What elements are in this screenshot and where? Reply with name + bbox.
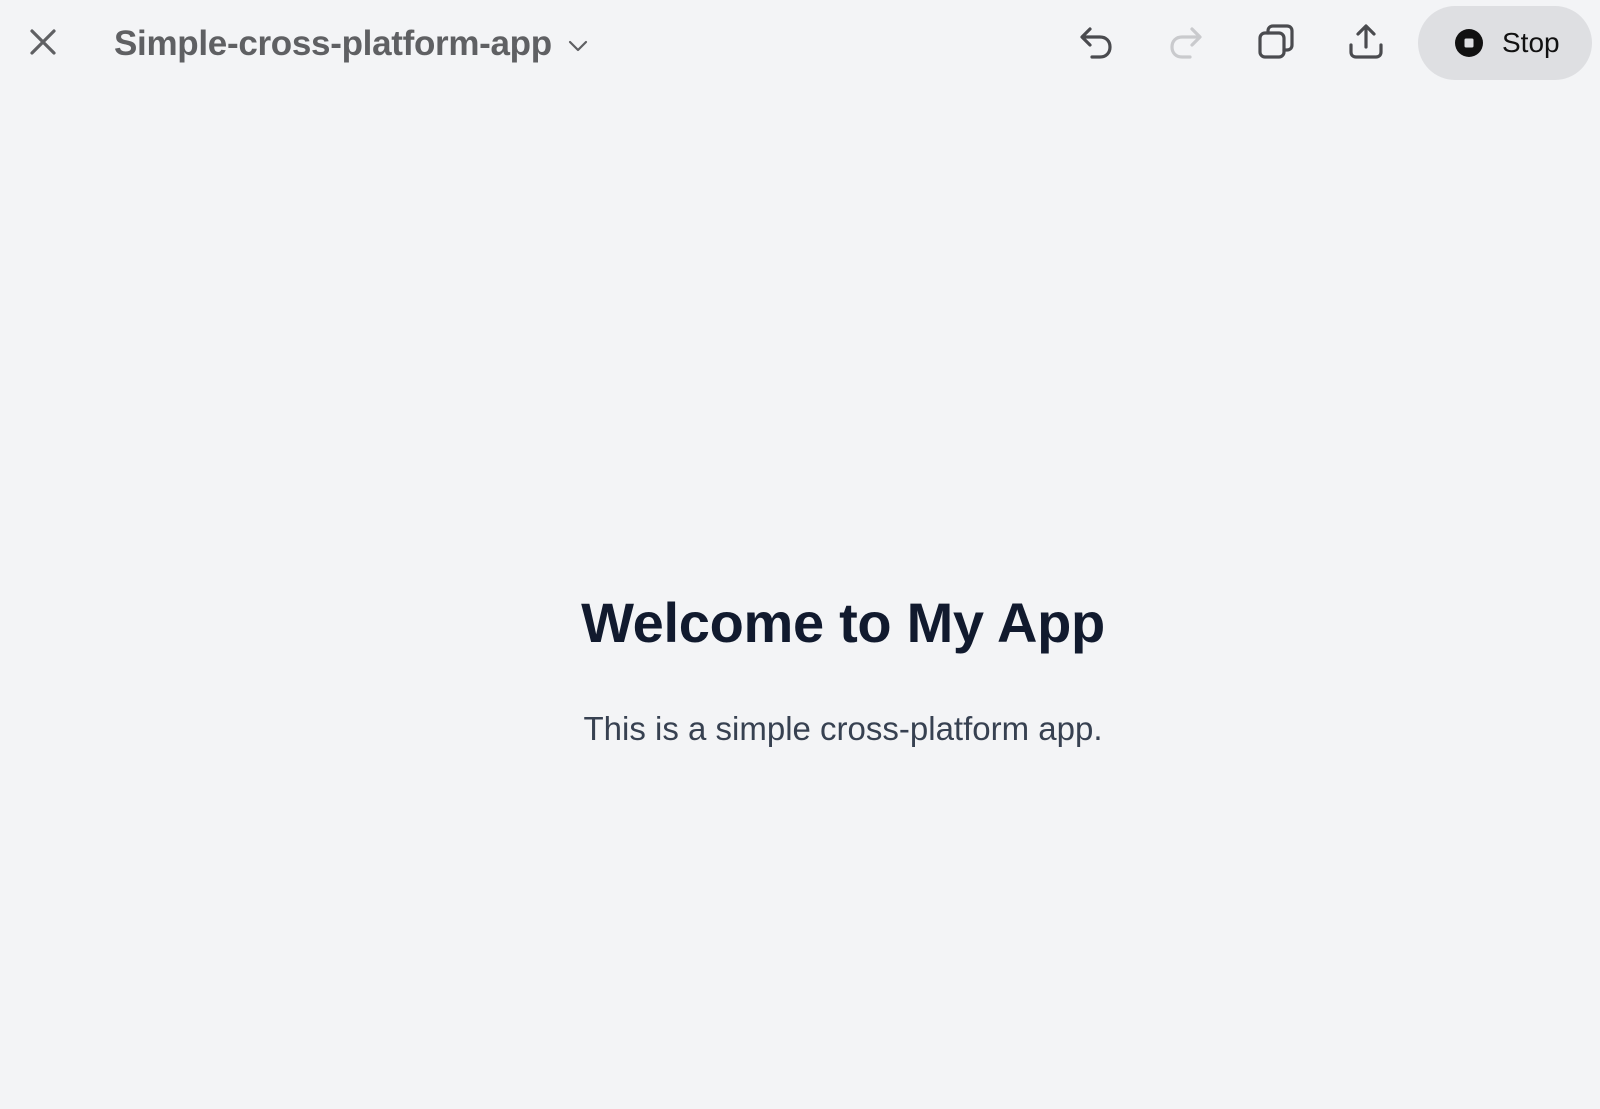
close-icon [26, 25, 60, 64]
redo-button[interactable] [1160, 18, 1212, 70]
undo-button[interactable] [1070, 18, 1122, 70]
stop-button[interactable]: Stop [1418, 6, 1592, 80]
share-button[interactable] [1340, 18, 1392, 70]
redo-icon [1165, 21, 1207, 68]
app-window: Simple-cross-platform-app Stop Welcome t… [0, 0, 1600, 1109]
project-title: Simple-cross-platform-app [114, 24, 552, 63]
chevron-down-icon [564, 32, 592, 60]
stop-label: Stop [1502, 27, 1560, 58]
page-subtitle: This is a simple cross-platform app. [583, 710, 1103, 747]
undo-icon [1075, 21, 1117, 68]
duplicate-icon [1255, 21, 1297, 68]
close-button[interactable] [17, 18, 69, 70]
top-toolbar: Simple-cross-platform-app Stop [0, 0, 1600, 88]
project-title-dropdown[interactable]: Simple-cross-platform-app [114, 20, 592, 68]
stop-icon [1454, 28, 1484, 58]
share-icon [1345, 21, 1387, 68]
page-title: Welcome to My App [581, 591, 1105, 654]
duplicate-button[interactable] [1250, 18, 1302, 70]
